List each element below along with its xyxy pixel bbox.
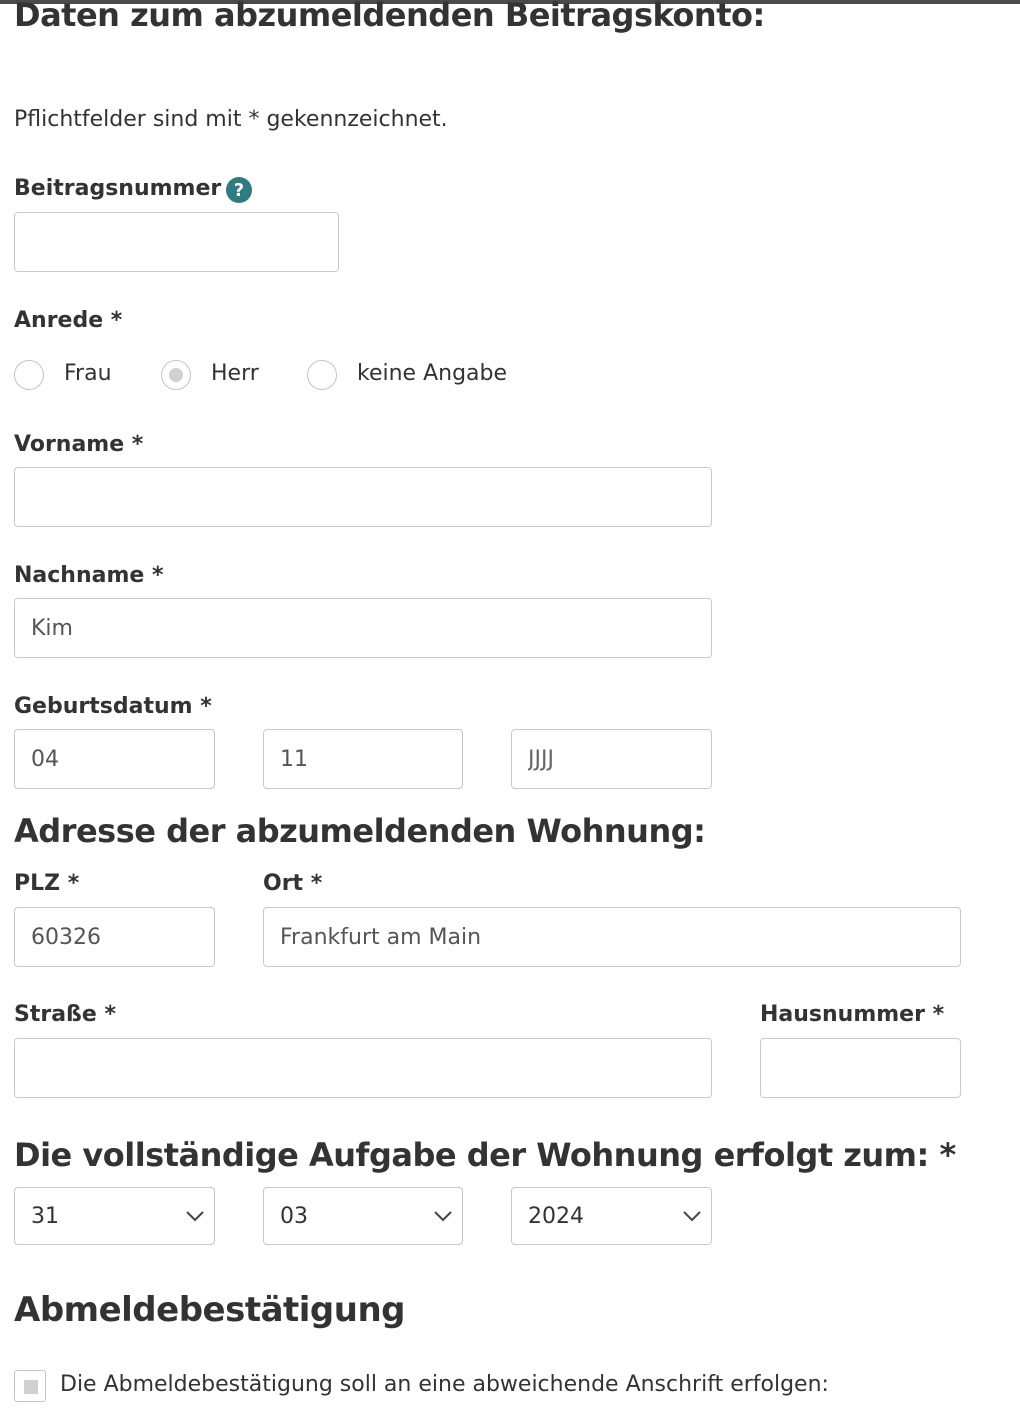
hausnummer-input[interactable] <box>760 1038 961 1098</box>
different-address-checkbox-label[interactable]: Die Abmeldebestätigung soll an eine abwe… <box>60 1372 829 1397</box>
chevron-down-icon <box>683 1211 701 1222</box>
question-circle-icon[interactable]: ? <box>226 177 252 203</box>
move-out-month-select[interactable]: 03 <box>263 1187 463 1245</box>
geburtsdatum-label: Geburtsdatum * <box>14 694 212 719</box>
move-out-month-value: 03 <box>280 1203 308 1229</box>
radio-frau-label[interactable]: Frau <box>64 361 112 386</box>
help-icon-glyph: ? <box>233 179 245 201</box>
beitragsnummer-label: Beitragsnummer * <box>14 176 241 201</box>
plz-label: PLZ * <box>14 871 80 896</box>
move-out-year-select[interactable]: 2024 <box>511 1187 712 1245</box>
move-out-day-value: 31 <box>31 1203 59 1229</box>
vorname-label: Vorname * <box>14 432 144 457</box>
move-out-year-value: 2024 <box>528 1203 584 1229</box>
section-heading-address: Adresse der abzumeldenden Wohnung: <box>14 812 706 850</box>
nachname-label: Nachname * <box>14 563 164 588</box>
radio-frau[interactable] <box>14 360 44 390</box>
radio-herr-label[interactable]: Herr <box>211 361 259 386</box>
section-heading-move-out-date: Die vollständige Aufgabe der Wohnung erf… <box>14 1136 956 1174</box>
strasse-label: Straße * <box>14 1002 116 1027</box>
birth-year-input[interactable] <box>511 729 712 789</box>
section-heading-contribution-account: Daten zum abzumeldenden Beitragskonto: <box>14 0 765 34</box>
radio-keine-angabe[interactable] <box>307 360 337 390</box>
ort-label: Ort * <box>263 871 323 896</box>
plz-input[interactable] <box>14 907 215 967</box>
section-heading-confirmation: Abmeldebestätigung <box>14 1290 406 1330</box>
radio-keine-angabe-label[interactable]: keine Angabe <box>357 361 507 386</box>
chevron-down-icon <box>434 1211 452 1222</box>
vorname-input[interactable] <box>14 467 712 527</box>
nachname-input[interactable] <box>14 598 712 658</box>
beitragsnummer-input[interactable] <box>14 212 339 272</box>
hausnummer-label: Hausnummer * <box>760 1002 945 1027</box>
different-address-checkbox[interactable] <box>14 1370 46 1402</box>
chevron-down-icon <box>186 1211 204 1222</box>
required-fields-note: Pflichtfelder sind mit * gekennzeichnet. <box>14 107 448 132</box>
radio-herr[interactable] <box>161 360 191 390</box>
birth-day-input[interactable] <box>14 729 215 789</box>
birth-month-input[interactable] <box>263 729 463 789</box>
anrede-label: Anrede * <box>14 308 123 333</box>
strasse-input[interactable] <box>14 1038 712 1098</box>
ort-input[interactable] <box>263 907 961 967</box>
move-out-day-select[interactable]: 31 <box>14 1187 215 1245</box>
